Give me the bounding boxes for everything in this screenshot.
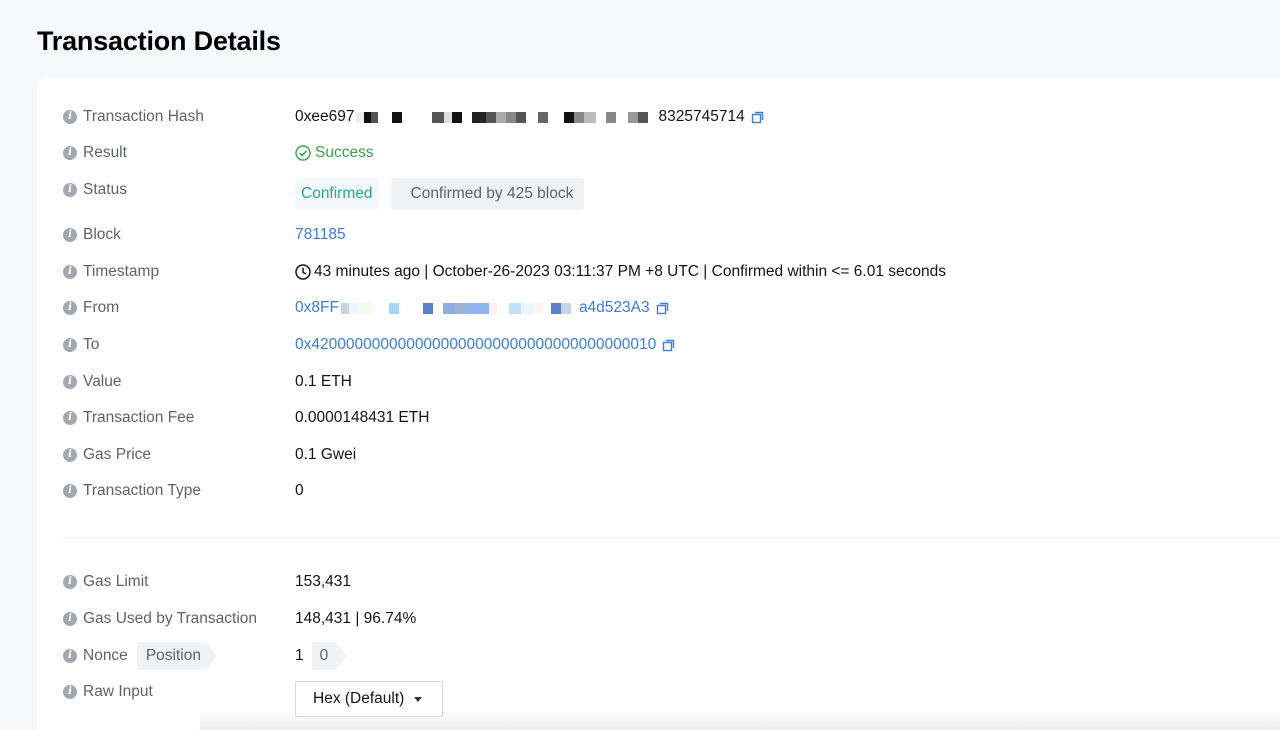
nonce-number: 1 — [295, 647, 304, 664]
hash-suffix: 8325745714 — [658, 108, 745, 125]
value-amount: 0.1 ETH — [295, 373, 352, 390]
info-icon[interactable]: i — [63, 575, 77, 589]
redacted-mask — [356, 111, 657, 123]
info-icon[interactable]: i — [63, 649, 77, 663]
field-label: Transaction Fee — [83, 409, 195, 426]
info-icon[interactable]: i — [63, 301, 77, 315]
field-label: Transaction Hash — [83, 108, 204, 125]
field-transaction-hash: i Transaction Hash — [63, 105, 204, 129]
to-address-text: 0x42000000000000000000000000000000000000… — [295, 336, 657, 353]
info-icon[interactable]: i — [63, 484, 77, 498]
field-label: Gas Limit — [83, 573, 149, 590]
copy-icon[interactable] — [662, 339, 675, 352]
field-timestamp: i Timestamp — [63, 260, 159, 284]
from-prefix: 0x8FF — [295, 299, 339, 316]
field-to: i To — [63, 333, 99, 357]
select-value: Hex (Default) — [313, 690, 405, 707]
result-value: Success — [295, 141, 374, 165]
confirmations-badge: Confirmed by 425 block — [390, 178, 585, 210]
info-icon[interactable]: i — [63, 183, 77, 197]
details-card — [37, 78, 1280, 730]
bottom-shadow — [200, 712, 1280, 730]
field-label: Nonce — [83, 647, 128, 664]
field-label: Raw Input — [83, 683, 153, 700]
field-status: i Status — [63, 178, 127, 202]
info-icon[interactable]: i — [63, 338, 77, 352]
transaction-fee-value: 0.0000148431 ETH — [295, 409, 430, 426]
info-icon[interactable]: i — [63, 146, 77, 160]
position-value-tag: 0 — [311, 642, 347, 670]
copy-icon[interactable] — [656, 302, 669, 315]
info-icon[interactable]: i — [63, 612, 77, 626]
info-icon[interactable]: i — [63, 110, 77, 124]
field-label: From — [83, 299, 120, 316]
result-text: Success — [315, 144, 374, 161]
position-label-tag: Position — [136, 642, 217, 670]
section-divider — [63, 537, 1280, 538]
nonce-value: 1 0 — [295, 642, 347, 670]
transaction-hash-value: 0xee697 8325745714 — [295, 105, 764, 129]
gas-used-value: 148,431 | 96.74% — [295, 610, 417, 627]
caret-down-icon — [414, 696, 423, 702]
field-transaction-fee: i Transaction Fee — [63, 406, 194, 430]
transaction-type-value: 0 — [295, 482, 304, 499]
block-link[interactable]: 781185 — [295, 223, 346, 247]
gas-price-value: 0.1 Gwei — [295, 446, 357, 463]
timestamp-text: 43 minutes ago | October-26-2023 03:11:3… — [314, 263, 946, 280]
field-label: Value — [83, 373, 122, 390]
from-suffix: a4d523A3 — [578, 299, 650, 316]
field-label: To — [83, 336, 100, 353]
field-label: Gas Used by Transaction — [83, 610, 258, 627]
to-address[interactable]: 0x42000000000000000000000000000000000000… — [295, 333, 675, 357]
field-result: i Result — [63, 141, 127, 165]
check-circle-icon — [295, 145, 311, 161]
hash-prefix: 0xee697 — [295, 108, 355, 125]
clock-icon — [295, 264, 311, 280]
info-icon[interactable]: i — [63, 375, 77, 389]
field-label: Block — [83, 226, 121, 243]
from-address[interactable]: 0x8FF a4d523A3 — [295, 296, 669, 320]
info-icon[interactable]: i — [63, 411, 77, 425]
field-label: Result — [83, 144, 127, 161]
status-badge: Confirmed — [295, 178, 379, 210]
field-label: Status — [83, 181, 127, 198]
field-label: Transaction Type — [83, 482, 202, 499]
page-title: Transaction Details — [37, 26, 281, 56]
field-gas-limit: i Gas Limit — [63, 570, 148, 594]
field-value: i Value — [63, 370, 122, 394]
field-raw-input: i Raw Input — [63, 680, 153, 704]
field-block: i Block — [63, 223, 121, 247]
field-from: i From — [63, 296, 119, 320]
field-gas-used: i Gas Used by Transaction — [63, 607, 257, 631]
info-icon[interactable]: i — [63, 265, 77, 279]
info-icon[interactable]: i — [63, 685, 77, 699]
copy-icon[interactable] — [751, 111, 764, 124]
timestamp-value: 43 minutes ago | October-26-2023 03:11:3… — [295, 260, 946, 284]
status-value: Confirmed Confirmed by 425 block — [295, 178, 585, 210]
gas-limit-value: 153,431 — [295, 573, 352, 590]
field-gas-price: i Gas Price — [63, 443, 151, 467]
redacted-mask — [340, 302, 571, 314]
field-label: Gas Price — [83, 446, 152, 463]
info-icon[interactable]: i — [63, 228, 77, 242]
field-label: Timestamp — [83, 263, 160, 280]
field-nonce: i Nonce Position — [63, 642, 217, 670]
info-icon[interactable]: i — [63, 448, 77, 462]
field-transaction-type: i Transaction Type — [63, 479, 201, 503]
